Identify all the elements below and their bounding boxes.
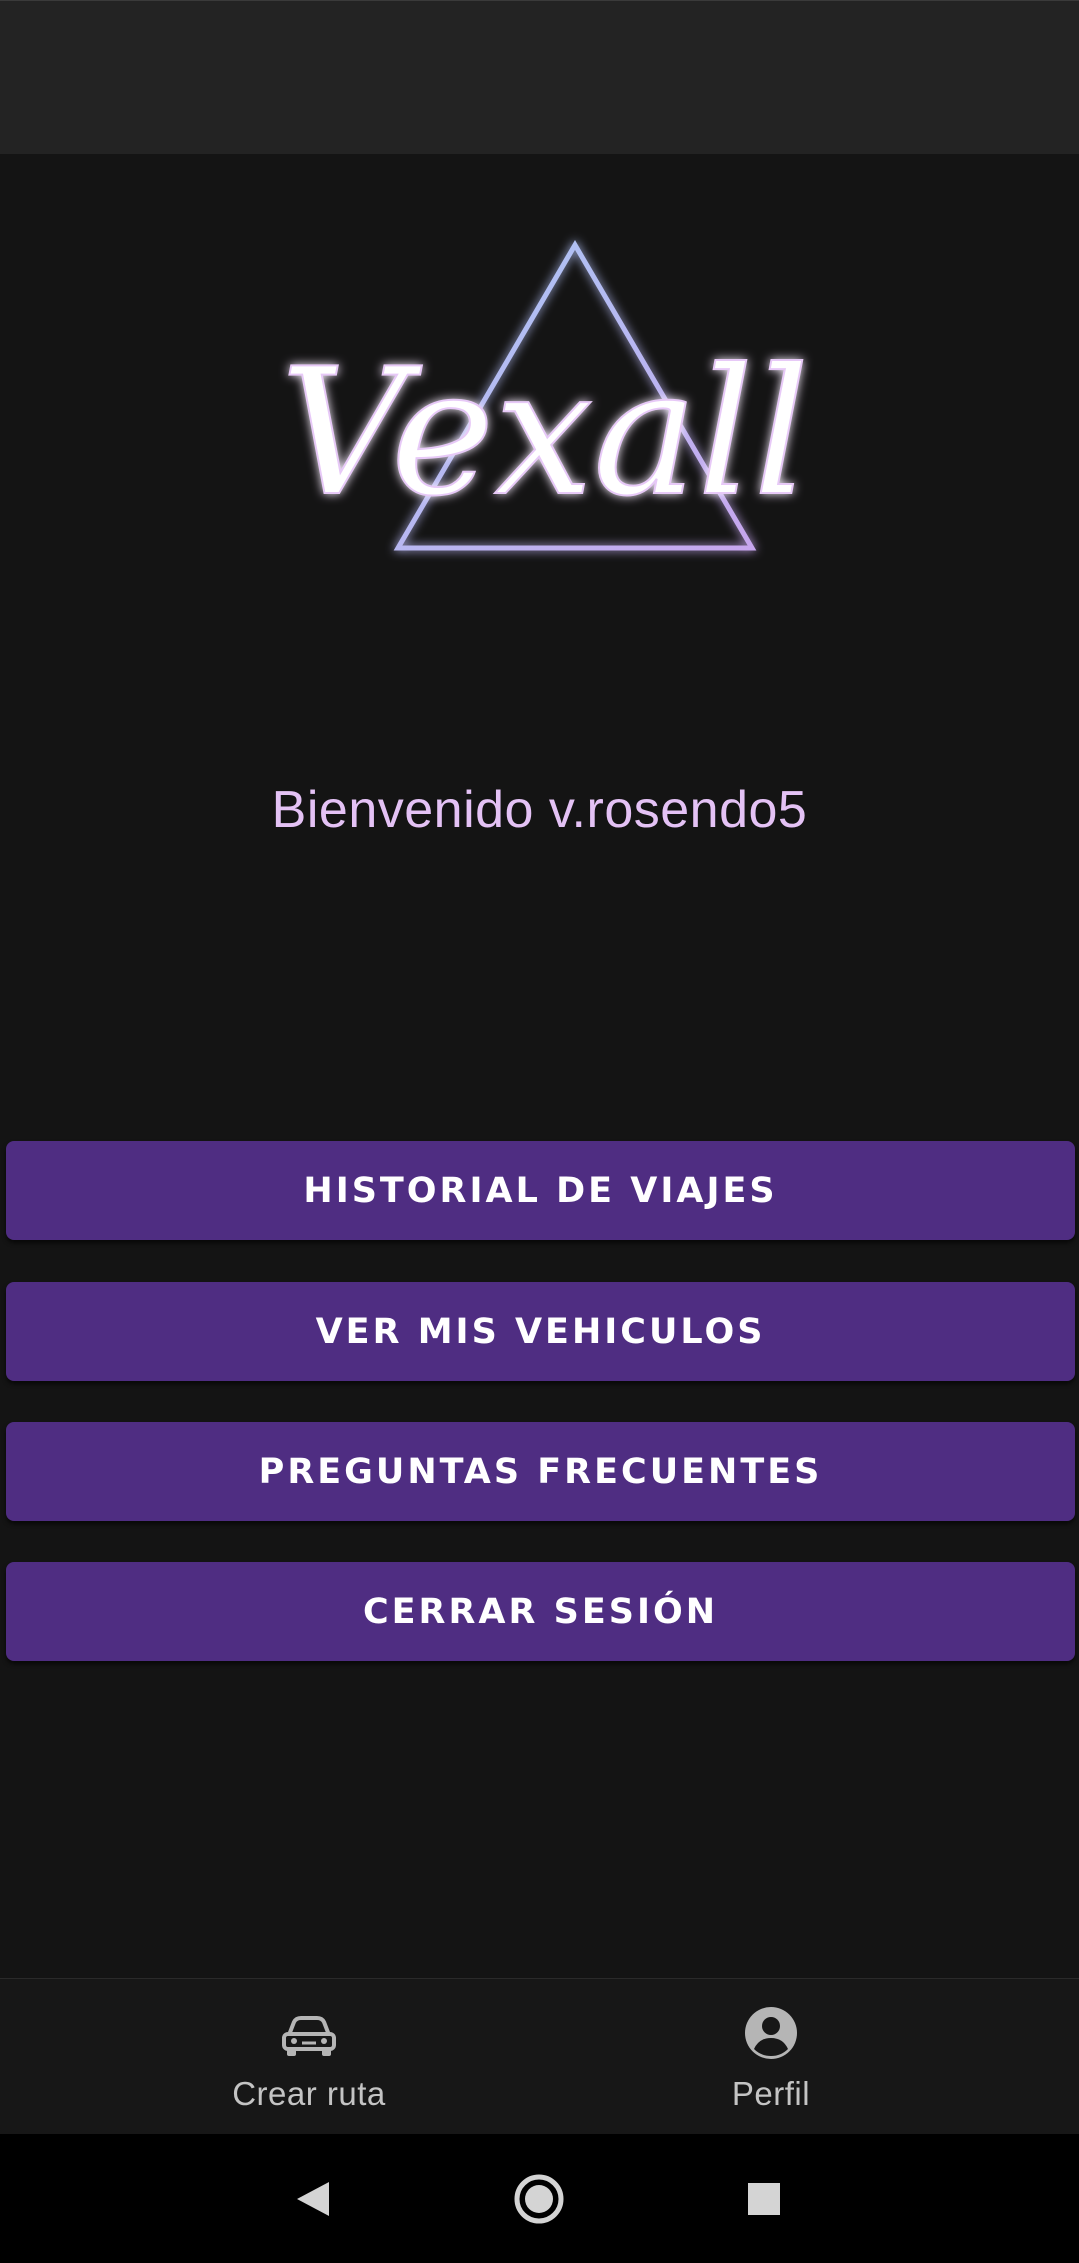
faq-button[interactable]: PREGUNTAS FRECUENTES — [6, 1422, 1075, 1521]
logo-text: Vexall — [281, 332, 810, 535]
app-screen: Vexall Bienvenido v.rosendo5 HISTORIAL D… — [0, 0, 1079, 2263]
back-icon[interactable] — [277, 2164, 347, 2234]
vexall-logo: Vexall — [280, 240, 810, 551]
welcome-message: Bienvenido v.rosendo5 — [271, 781, 808, 839]
logout-button[interactable]: CERRAR SESIÓN — [6, 1562, 1075, 1661]
trip-history-button[interactable]: HISTORIAL DE VIAJES — [6, 1141, 1075, 1240]
system-navigation-bar — [0, 2134, 1079, 2263]
car-icon — [282, 2016, 336, 2056]
nav-label-profile: Perfil — [731, 2075, 811, 2112]
recents-icon[interactable] — [729, 2164, 799, 2234]
nav-item-profile[interactable]: Perfil — [621, 1979, 921, 2135]
nav-item-create-route[interactable]: Crear ruta — [159, 1979, 459, 2135]
status-bar — [0, 0, 1079, 154]
my-vehicles-button[interactable]: VER MIS VEHICULOS — [6, 1282, 1075, 1381]
home-icon[interactable] — [504, 2164, 574, 2234]
faq-button-label: PREGUNTAS FRECUENTES — [258, 1451, 823, 1492]
trip-history-button-label: HISTORIAL DE VIAJES — [303, 1170, 778, 1211]
my-vehicles-button-label: VER MIS VEHICULOS — [315, 1311, 766, 1352]
bottom-navigation: Crear ruta Perfil — [0, 1978, 1079, 2134]
nav-label-create-route: Crear ruta — [232, 2075, 386, 2112]
account-circle-icon — [745, 2007, 797, 2059]
logout-button-label: CERRAR SESIÓN — [362, 1591, 719, 1632]
